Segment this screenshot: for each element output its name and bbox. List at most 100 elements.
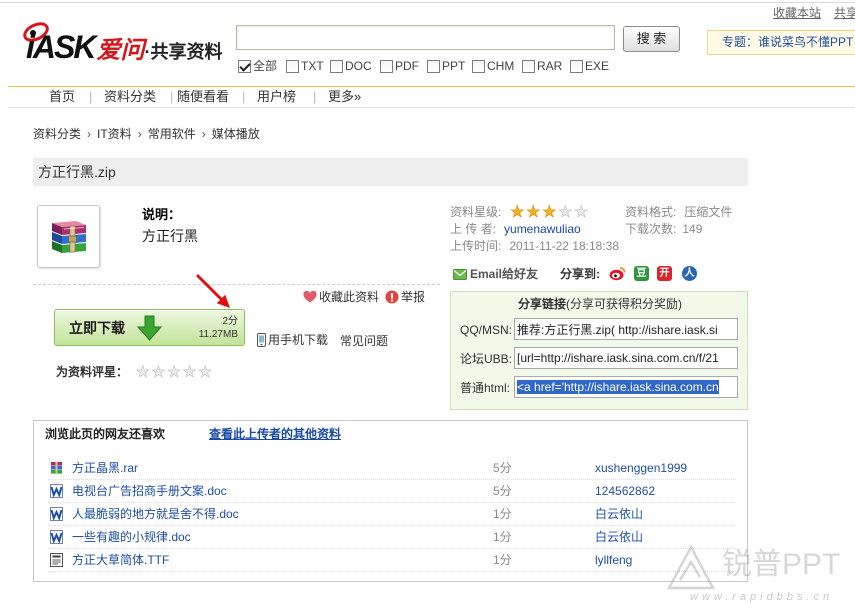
filter-doc[interactable]: DOC	[330, 59, 372, 73]
share-html-input[interactable]: <a href='http://ishare.iask.sina.com.cn	[514, 376, 738, 398]
file-title: 方正行黑.zip	[38, 164, 116, 180]
mobile-download-link[interactable]: 用手机下载	[257, 333, 328, 347]
related-file-user[interactable]: xushenggen1999	[595, 457, 687, 479]
nav-random[interactable]: 随便看看	[177, 87, 229, 107]
kaixin-icon[interactable]: 开	[657, 266, 672, 281]
related-file-name[interactable]: 方正晶黑.rar	[72, 457, 138, 479]
related-file-user[interactable]: lyllfeng	[595, 549, 632, 571]
heart-icon	[303, 291, 317, 303]
top-links: 收藏本站 共享	[773, 6, 855, 20]
watermark-url: www.rapidbbs.cn	[690, 591, 834, 603]
filter-exe[interactable]: EXE	[570, 59, 609, 73]
share-ubb-input[interactable]	[514, 347, 738, 369]
star-empty-icon[interactable]: ★	[166, 363, 182, 380]
breadcrumb-item[interactable]: 媒体播放	[212, 127, 260, 141]
site-logo[interactable]: iASK 爱问 ·共享资料	[23, 22, 222, 64]
uploader-other-files-link[interactable]: 查看此上传者的其他资料	[209, 427, 341, 441]
related-file-name[interactable]: 一些有趣的小规律.doc	[72, 526, 191, 548]
related-file-name[interactable]: 方正大草简体.TTF	[72, 549, 169, 571]
breadcrumb-item[interactable]: 资料分类	[33, 127, 81, 141]
filter-rar[interactable]: RAR	[522, 59, 562, 73]
filter-ppt[interactable]: PPT	[427, 59, 465, 73]
star-rating: ★ ★ ★ ★ ★	[509, 202, 589, 221]
star-empty-icon[interactable]: ★	[135, 363, 151, 380]
file-icon-box	[37, 205, 100, 268]
winrar-archive-icon	[52, 221, 86, 253]
filter-all[interactable]: 全部	[238, 59, 277, 73]
downloads-value: 149	[682, 222, 703, 236]
related-file-user[interactable]: 白云依山	[595, 503, 643, 525]
breadcrumb-item[interactable]: 常用软件	[148, 127, 196, 141]
topic-banner-link[interactable]: 专题：谁说菜鸟不懂PPT	[707, 30, 855, 55]
filter-all-checkbox[interactable]	[238, 59, 251, 73]
font-file-icon	[50, 553, 63, 567]
breadcrumb-separator: ›	[137, 127, 142, 141]
related-file-name[interactable]: 人最脆弱的地方就是舍不得.doc	[72, 503, 239, 525]
filter-txt-checkbox[interactable]	[286, 59, 299, 73]
star-filled-icon: ★	[510, 202, 525, 221]
filter-chm-checkbox[interactable]	[472, 59, 485, 73]
star-filled-icon: ★	[526, 202, 541, 221]
nav-more[interactable]: 更多»	[328, 87, 361, 107]
breadcrumb: 资料分类 › IT资料 › 常用软件 › 媒体播放	[33, 127, 260, 141]
related-file-score: 1分	[493, 553, 512, 567]
related-file-user[interactable]: 124562862	[595, 480, 655, 502]
nav-separator: |	[242, 89, 246, 104]
favorite-label: 收藏此资料	[319, 290, 380, 304]
email-friend-link[interactable]: Email给好友	[453, 267, 538, 281]
filter-pdf[interactable]: PDF	[380, 59, 419, 73]
uploader-label: 上 传 者:	[450, 222, 497, 236]
list-item: 人最脆弱的地方就是舍不得.doc 1分 白云依山	[48, 503, 736, 526]
download-size: 11.27MB	[198, 329, 238, 340]
word-file-icon	[50, 530, 63, 544]
filter-rar-checkbox[interactable]	[522, 59, 535, 73]
related-file-name[interactable]: 电视台广告招商手册文案.doc	[72, 480, 227, 502]
share-qq-label: QQ/MSN:	[460, 323, 513, 337]
star-empty-icon[interactable]: ★	[151, 363, 167, 380]
logo-suffix-text: ·共享资料	[144, 42, 223, 62]
watermark-brand: 锐普PPT	[722, 548, 841, 581]
list-item: 方正晶黑.rar 5分 xushenggen1999	[48, 457, 736, 480]
filter-txt[interactable]: TXT	[286, 59, 324, 73]
favorite-link[interactable]: 收藏此资料	[303, 290, 379, 304]
download-button[interactable]: 立即下载 2分 11.27MB	[54, 309, 245, 346]
nav-user-ranking[interactable]: 用户榜	[257, 87, 296, 107]
filter-label: PPT	[442, 59, 466, 73]
filter-exe-checkbox[interactable]	[570, 59, 583, 73]
format-label: 资料格式:	[625, 205, 677, 219]
share-qq-input[interactable]	[514, 318, 738, 340]
faq-link[interactable]: 常见问题	[340, 334, 388, 348]
nav-separator: |	[170, 89, 174, 104]
star-empty-icon[interactable]: ★	[197, 363, 213, 380]
related-files-panel: 浏览此页的网友还喜欢 查看此上传者的其他资料 方正晶黑.rar 5分 xushe…	[33, 420, 748, 582]
filter-pdf-checkbox[interactable]	[380, 59, 393, 73]
annotation-arrow-icon	[196, 274, 230, 308]
add-favorite-link[interactable]: 收藏本站	[773, 6, 821, 20]
uploader-link[interactable]: yumenawuliao	[504, 222, 581, 236]
format-value: 压缩文件	[684, 205, 733, 219]
star-empty-icon[interactable]: ★	[182, 363, 198, 380]
format-row: 资料格式: 压缩文件	[625, 205, 732, 219]
breadcrumb-item[interactable]: IT资料	[97, 127, 132, 141]
user-rating-stars[interactable]: ★ ★ ★ ★ ★	[135, 363, 213, 380]
uploader-row: 上 传 者: yumenawuliao	[450, 222, 581, 236]
douban-icon[interactable]: 豆	[634, 266, 649, 281]
nav-categories[interactable]: 资料分类	[104, 87, 156, 107]
filter-ppt-checkbox[interactable]	[427, 59, 440, 73]
share-home-link[interactable]: 共享	[834, 6, 855, 20]
weibo-icon[interactable]	[609, 266, 626, 281]
related-file-user[interactable]: 白云依山	[595, 526, 643, 548]
filter-label: TXT	[301, 59, 324, 73]
share-to-label: 分享到:	[560, 267, 600, 281]
download-label: 立即下载	[69, 320, 125, 336]
filter-chm[interactable]: CHM	[472, 59, 514, 73]
nav-home[interactable]: 首页	[49, 87, 75, 107]
upload-time-row: 上传时间: 2011-11-22 18:18:38	[450, 239, 619, 253]
search-button[interactable]: 搜 索	[623, 26, 680, 52]
report-link[interactable]: 举报	[385, 290, 425, 304]
search-input[interactable]	[236, 25, 615, 50]
breadcrumb-separator: ›	[87, 127, 92, 141]
filter-doc-checkbox[interactable]	[330, 59, 343, 73]
renren-icon[interactable]: 人	[682, 266, 697, 281]
star-rating-label: 资料星级:	[450, 205, 502, 219]
